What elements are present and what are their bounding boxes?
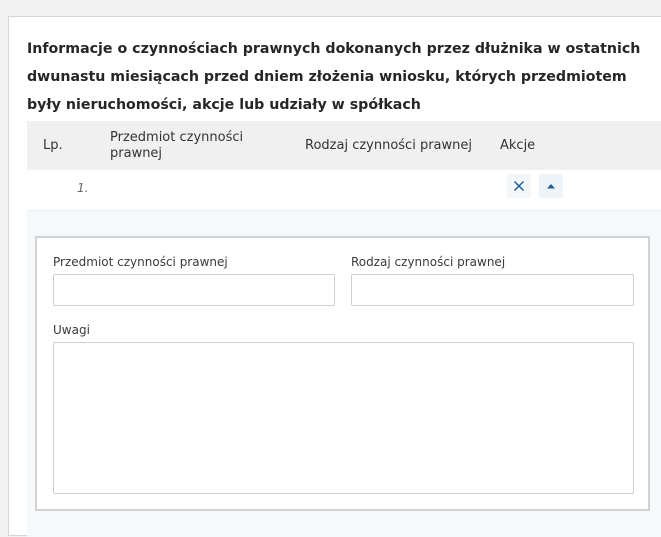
header-type: Rodzaj czynności prawnej bbox=[305, 138, 472, 153]
header-subject: Przedmiot czynności prawnej bbox=[110, 130, 244, 161]
row-detail-panel: Przedmiot czynności prawnej Rodzaj czynn… bbox=[27, 211, 661, 537]
type-label: Rodzaj czynności prawnej bbox=[351, 255, 506, 269]
section-card: Informacje o czynnościach prawnych dokon… bbox=[8, 16, 661, 537]
delete-row-button[interactable] bbox=[507, 174, 531, 198]
table-header: Lp. Przedmiot czynności prawnej Rodzaj c… bbox=[27, 121, 661, 170]
close-icon bbox=[513, 180, 525, 192]
header-lp: Lp. bbox=[43, 138, 63, 153]
table-row: 1. bbox=[27, 170, 661, 211]
notes-label: Uwagi bbox=[53, 323, 90, 337]
subject-label: Przedmiot czynności prawnej bbox=[53, 255, 228, 269]
header-actions: Akcje bbox=[500, 138, 536, 153]
notes-textarea[interactable] bbox=[53, 342, 634, 494]
subject-input[interactable] bbox=[53, 274, 335, 306]
row-detail-form: Przedmiot czynności prawnej Rodzaj czynn… bbox=[35, 236, 650, 511]
type-input[interactable] bbox=[351, 274, 634, 306]
collapse-row-button[interactable] bbox=[539, 174, 563, 198]
caret-up-icon bbox=[547, 184, 555, 189]
section-title: Informacje o czynnościach prawnych dokon… bbox=[27, 41, 641, 113]
row-number: 1. bbox=[77, 181, 89, 195]
